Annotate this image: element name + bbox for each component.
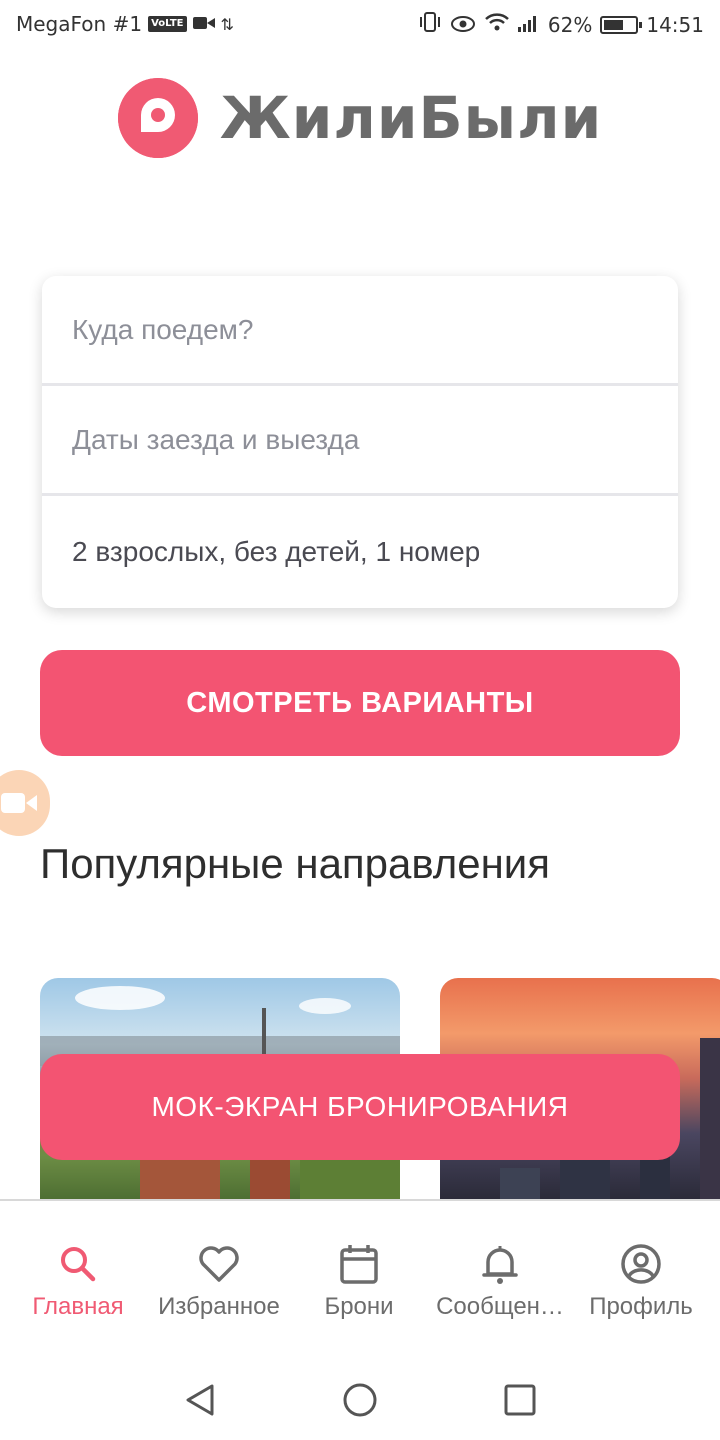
logo-text: ЖилиБыли <box>219 84 603 152</box>
calendar-icon <box>339 1241 379 1287</box>
app-logo: ЖилиБыли <box>0 78 720 158</box>
sync-icon: ⇅ <box>220 14 234 34</box>
bell-icon <box>481 1241 519 1287</box>
status-right: 62% 14:51 <box>418 12 704 37</box>
status-bar: MegaFon #1 VoLTE ⇅ 62% 14:51 <box>0 0 720 50</box>
clock: 14:51 <box>646 12 704 37</box>
mock-booking-screen-button[interactable]: МОК-ЭКРАН БРОНИРОВАНИЯ <box>40 1054 680 1160</box>
destination-input[interactable]: Куда поедем? <box>42 276 678 386</box>
nav-label-home: Главная <box>32 1293 124 1320</box>
camera-status-icon <box>192 12 215 36</box>
back-button[interactable] <box>182 1382 218 1423</box>
dates-input[interactable]: Даты заезда и выезда <box>42 386 678 496</box>
wifi-icon <box>484 12 510 37</box>
vibrate-icon <box>418 12 442 37</box>
system-navigation-bar <box>0 1360 720 1440</box>
recents-button[interactable] <box>502 1382 538 1423</box>
nav-item-messages[interactable]: Сообщен… <box>425 1241 575 1321</box>
nav-item-profile[interactable]: Профиль <box>566 1241 716 1321</box>
location-pin-logo-icon <box>117 78 198 158</box>
nav-label-favorites: Избранное <box>158 1293 280 1320</box>
home-button[interactable] <box>342 1382 378 1423</box>
heart-icon <box>198 1241 240 1287</box>
eye-icon <box>450 13 476 37</box>
nav-item-favorites[interactable]: Избранное <box>144 1241 294 1321</box>
popular-destinations-title: Популярные направления <box>40 840 551 887</box>
video-camera-icon <box>1 793 37 813</box>
bottom-navigation: Главная Избранное Брони Сообщен… Профиль <box>0 1199 720 1339</box>
guests-input[interactable]: 2 взрослых, без детей, 1 номер <box>42 496 678 608</box>
recents-square-icon <box>504 1384 536 1416</box>
nav-item-bookings[interactable]: Брони <box>284 1241 434 1321</box>
battery-icon <box>600 15 643 34</box>
volte-badge: VoLTE <box>148 16 187 32</box>
nav-label-messages: Сообщен… <box>436 1293 564 1320</box>
back-triangle-icon <box>186 1384 214 1416</box>
nav-label-profile: Профиль <box>589 1293 693 1320</box>
battery-percent: 62% <box>547 12 593 37</box>
profile-icon <box>620 1241 662 1287</box>
video-camera-fab[interactable] <box>0 770 50 836</box>
nav-label-bookings: Брони <box>324 1293 394 1320</box>
home-circle-icon <box>343 1383 377 1417</box>
status-left: MegaFon #1 VoLTE ⇅ <box>16 12 234 36</box>
signal-icon <box>517 13 540 37</box>
search-icon <box>58 1241 98 1287</box>
nav-item-home[interactable]: Главная <box>3 1241 153 1321</box>
search-card: Куда поедем? Даты заезда и выезда 2 взро… <box>42 276 678 608</box>
show-options-button[interactable]: СМОТРЕТЬ ВАРИАНТЫ <box>40 650 680 756</box>
carrier-name: MegaFon #1 <box>16 12 143 36</box>
